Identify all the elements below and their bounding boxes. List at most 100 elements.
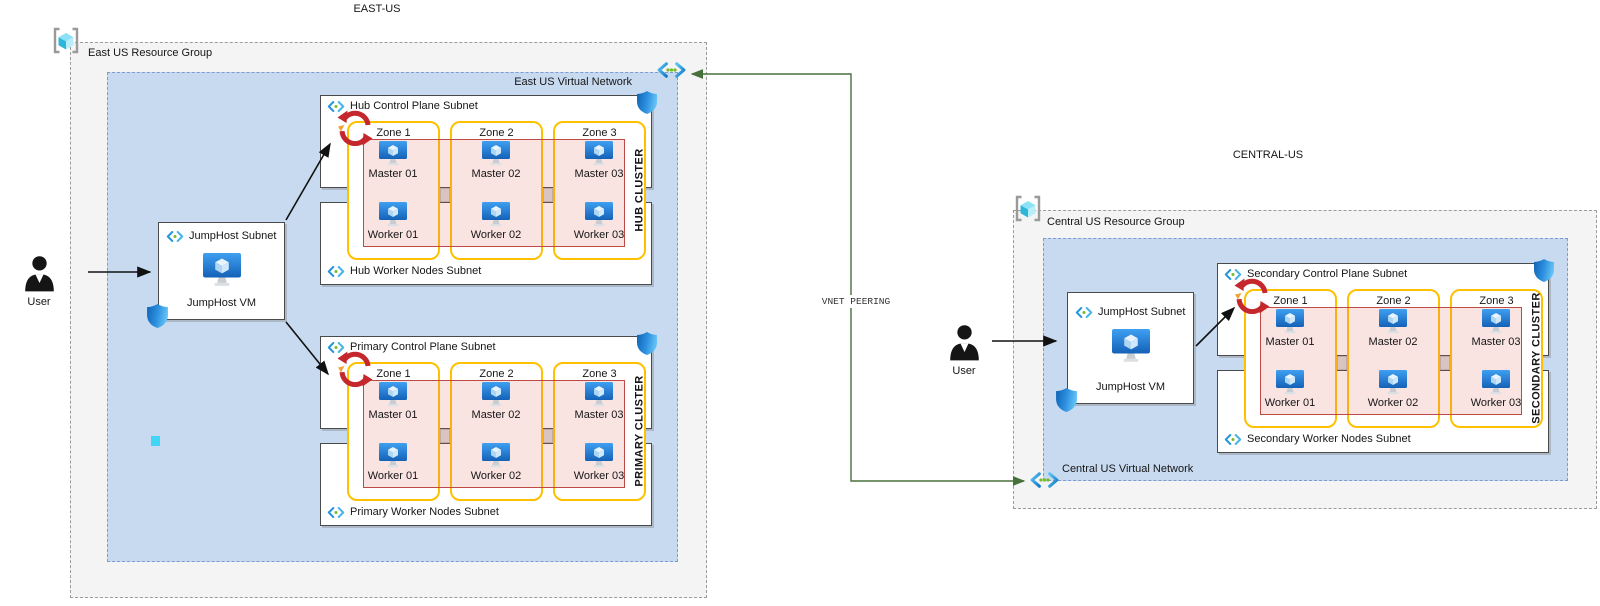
vm-label: Worker 01 (1264, 397, 1316, 409)
virtual-network-icon[interactable] (656, 59, 687, 81)
vm-icon (379, 382, 407, 407)
worker-nodes-subnet-label: Hub Worker Nodes Subnet (350, 265, 482, 277)
master-vm[interactable]: Master 02 (454, 382, 538, 421)
subnet-icon (327, 506, 345, 518)
vm-icon (482, 202, 510, 227)
zone-label: Zone 2 (1376, 295, 1411, 307)
worker-vm[interactable]: Worker 02 (454, 202, 538, 241)
worker-vm[interactable]: Worker 02 (1351, 370, 1435, 409)
shield-icon[interactable] (637, 332, 657, 355)
vm-icon (1379, 309, 1407, 334)
shield-icon[interactable] (637, 91, 657, 114)
worker-nodes-subnet-header: Hub Worker Nodes Subnet (327, 265, 481, 277)
cluster-name-label: HUB CLUSTER (634, 148, 647, 232)
cluster-side-label: HUB CLUSTER (625, 95, 655, 285)
jumphost-subnet-label: JumpHost Subnet (189, 230, 277, 242)
east-resource-group-label: East US Resource Group (88, 47, 213, 59)
cluster-name-label: SECONDARY CLUSTER (1531, 292, 1544, 424)
vm-icon (1379, 370, 1407, 395)
worker-vm[interactable]: Worker 02 (454, 443, 538, 482)
worker-vm[interactable]: Worker 01 (351, 202, 435, 241)
vm-label: Worker 02 (1367, 397, 1419, 409)
user-icon[interactable] (24, 253, 55, 294)
vm-icon[interactable] (1111, 329, 1150, 363)
small-cube-artifact (151, 436, 160, 446)
vm-label: Master 01 (368, 409, 418, 421)
shield-icon[interactable] (1534, 259, 1554, 282)
worker-vm[interactable]: Worker 01 (351, 443, 435, 482)
vm-icon (379, 202, 407, 227)
primary-cluster: Zone 1 Zone 2 Zone 3 Master 01 Worker 01 Mast… (320, 332, 657, 526)
vm-icon (482, 141, 510, 166)
east-jumphost-subnet-box[interactable]: JumpHost Subnet JumpHost VM (147, 222, 285, 328)
vm-icon (585, 382, 613, 407)
secondary-cluster: Zone 1 Zone 2 Zone 3 Master 01 Worker 01 Mast… (1217, 259, 1554, 453)
vm-icon (1482, 309, 1510, 334)
master-vm[interactable]: Master 01 (351, 382, 435, 421)
vnet-peering-line (690, 69, 1026, 486)
master-vm[interactable]: Master 01 (1248, 309, 1332, 348)
vm-label: Worker 02 (470, 229, 522, 241)
vm-icon (482, 382, 510, 407)
subnet-icon (1075, 306, 1093, 318)
worker-nodes-subnet-label: Primary Worker Nodes Subnet (350, 506, 499, 518)
worker-nodes-subnet-header: Primary Worker Nodes Subnet (327, 506, 499, 518)
resource-group-icon[interactable] (51, 27, 81, 54)
user-icon[interactable] (949, 322, 980, 363)
jumphost-subnet-label: JumpHost Subnet (1098, 306, 1186, 318)
vm-icon (1482, 370, 1510, 395)
subnet-icon (327, 265, 345, 277)
master-vm[interactable]: Master 02 (1351, 309, 1435, 348)
virtual-network-icon[interactable] (1029, 469, 1060, 491)
central-resource-group-label: Central US Resource Group (1047, 216, 1185, 228)
architecture-diagram: EAST-US East US Resource Group East US V… (0, 0, 1600, 606)
subnet-icon (1224, 433, 1242, 445)
vm-icon (482, 443, 510, 468)
vm-icon (1276, 370, 1304, 395)
worker-vm[interactable]: Worker 01 (1248, 370, 1332, 409)
jumphost-vm-label: JumpHost VM (1095, 381, 1166, 393)
user-label: User (952, 365, 976, 377)
vm-label: Master 02 (471, 168, 521, 180)
cluster-side-label: PRIMARY CLUSTER (625, 336, 655, 526)
vm-label: Master 01 (1265, 336, 1315, 348)
east-virtual-network-label: East US Virtual Network (514, 76, 632, 88)
vm-icon (585, 443, 613, 468)
vnet-peering-label: VNET PEERING (818, 295, 894, 308)
vm-label: Worker 02 (470, 470, 522, 482)
jumphost-vm-label: JumpHost VM (186, 297, 257, 309)
central-region-title: CENTRAL-US (1232, 149, 1304, 161)
vm-icon (1276, 309, 1304, 334)
east-region-title: EAST-US (353, 3, 401, 15)
worker-nodes-subnet-label: Secondary Worker Nodes Subnet (1247, 433, 1411, 445)
shield-icon[interactable] (147, 304, 168, 328)
zone-label: Zone 2 (479, 127, 514, 139)
worker-nodes-subnet-header: Secondary Worker Nodes Subnet (1224, 433, 1411, 445)
sync-arrows-icon[interactable] (1234, 278, 1270, 314)
sync-arrows-icon[interactable] (337, 110, 373, 146)
vm-icon (585, 202, 613, 227)
resource-group-icon[interactable] (1013, 195, 1043, 222)
vm-label: Master 02 (471, 409, 521, 421)
vm-icon[interactable] (202, 253, 241, 287)
master-vm[interactable]: Master 01 (351, 141, 435, 180)
cluster-side-label: SECONDARY CLUSTER (1522, 263, 1552, 453)
central-virtual-network-label: Central US Virtual Network (1062, 463, 1194, 475)
control-plane-subnet-label: Secondary Control Plane Subnet (1247, 268, 1408, 280)
vm-label: Worker 01 (367, 229, 419, 241)
vm-label: Worker 01 (367, 470, 419, 482)
master-vm[interactable]: Master 02 (454, 141, 538, 180)
central-jumphost-subnet-box[interactable]: JumpHost Subnet JumpHost VM (1056, 292, 1194, 412)
user-label: User (27, 296, 51, 308)
vm-icon (585, 141, 613, 166)
vm-icon (379, 141, 407, 166)
cluster-name-label: PRIMARY CLUSTER (634, 375, 646, 487)
shield-icon[interactable] (1056, 388, 1077, 412)
zone-label: Zone 2 (479, 368, 514, 380)
vm-label: Master 02 (1368, 336, 1418, 348)
sync-arrows-icon[interactable] (337, 351, 373, 387)
vm-label: Master 01 (368, 168, 418, 180)
hub-cluster: Zone 1 Zone 2 Zone 3 Master 01 Worker 01 Mast… (320, 91, 657, 285)
subnet-icon (166, 230, 184, 242)
vm-icon (379, 443, 407, 468)
